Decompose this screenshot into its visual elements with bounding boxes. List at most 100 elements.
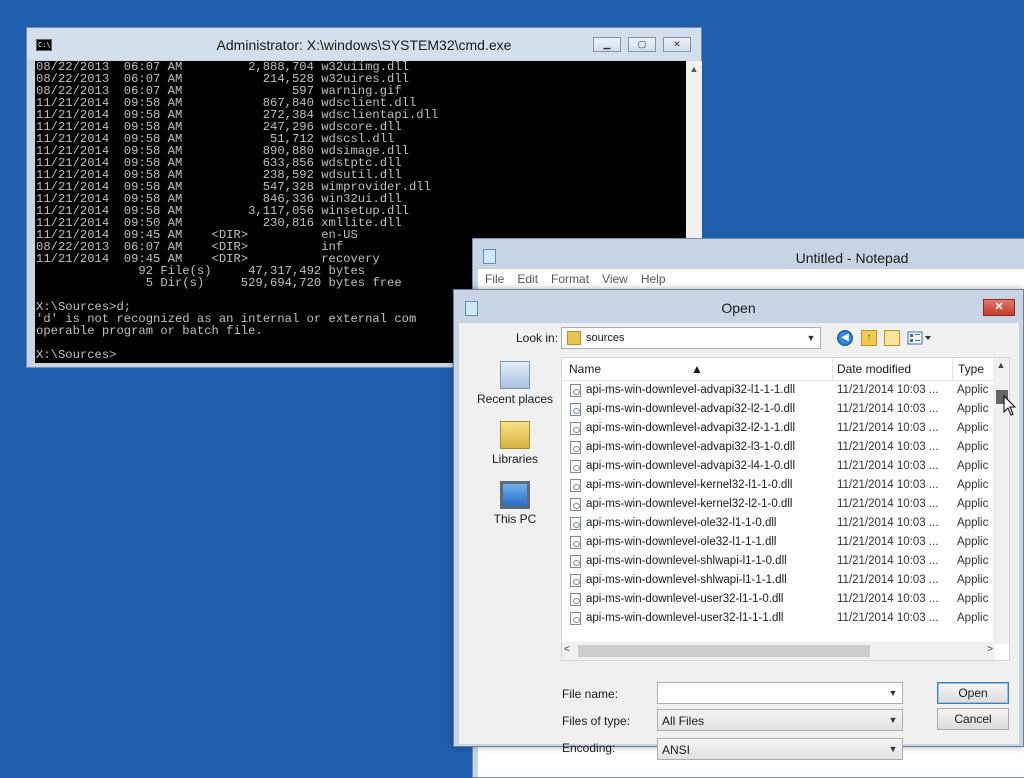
file-row[interactable]: api-ms-win-downlevel-shlwapi-l1-1-1.dll 1…	[562, 571, 995, 590]
scroll-left-icon[interactable]: <	[564, 644, 570, 655]
column-name[interactable]: Name	[569, 362, 601, 376]
scroll-up-arrow-icon[interactable]: ▲	[686, 61, 702, 77]
place-this-pc[interactable]: This PC	[467, 481, 563, 526]
dll-file-icon	[570, 517, 581, 530]
dll-file-icon	[570, 498, 581, 511]
file-date-cell: 11/21/2014 10:03 ...	[837, 612, 939, 624]
file-name-cell: api-ms-win-downlevel-user32-l1-1-0.dll	[586, 593, 784, 605]
file-date-cell: 11/21/2014 10:03 ...	[837, 498, 939, 510]
file-name-cell: api-ms-win-downlevel-ole32-l1-1-1.dll	[586, 536, 777, 548]
file-row[interactable]: api-ms-win-downlevel-advapi32-l2-1-0.dll…	[562, 400, 995, 419]
file-name-input[interactable]: ▼	[657, 682, 903, 704]
file-row[interactable]: api-ms-win-downlevel-ole32-l1-1-1.dll 11/…	[562, 533, 995, 552]
maximize-button[interactable]: ▢	[628, 37, 656, 52]
chevron-down-icon[interactable]: ▼	[886, 742, 900, 756]
file-type-cell: Applic	[957, 479, 989, 491]
look-in-value: sources	[586, 332, 625, 344]
place-label: Recent places	[476, 392, 554, 406]
file-name-cell: api-ms-win-downlevel-advapi32-l2-1-1.dll	[586, 422, 796, 434]
minimize-button[interactable]: ▁	[593, 37, 621, 52]
dll-file-icon	[570, 536, 581, 549]
file-row[interactable]: api-ms-win-downlevel-advapi32-l2-1-1.dll…	[562, 419, 995, 438]
cmd-titlebar[interactable]: C:\ Administrator: X:\windows\SYSTEM32\c…	[27, 28, 701, 60]
mouse-cursor-icon	[1003, 395, 1017, 416]
file-row[interactable]: api-ms-win-downlevel-advapi32-l4-1-0.dll…	[562, 457, 995, 476]
file-date-cell: 11/21/2014 10:03 ...	[837, 555, 939, 567]
dll-file-icon	[570, 441, 581, 454]
file-date-cell: 11/21/2014 10:03 ...	[837, 460, 939, 472]
file-type-cell: Applic	[957, 517, 989, 529]
recent-places-icon	[500, 361, 530, 389]
file-date-cell: 11/21/2014 10:03 ...	[837, 422, 939, 434]
cancel-button[interactable]: Cancel	[937, 708, 1009, 730]
file-date-cell: 11/21/2014 10:03 ...	[837, 384, 939, 396]
dll-file-icon	[570, 612, 581, 625]
file-date-cell: 11/21/2014 10:03 ...	[837, 441, 939, 453]
file-name-cell: api-ms-win-downlevel-advapi32-l2-1-0.dll	[586, 403, 796, 415]
file-list-header: ▲ Name Date modified Type	[562, 358, 995, 381]
file-rows: api-ms-win-downlevel-advapi32-l1-1-1.dll…	[562, 381, 995, 628]
file-name-cell: api-ms-win-downlevel-kernel32-l1-1-0.dll	[586, 479, 793, 491]
scroll-up-icon[interactable]: ▲	[993, 360, 1009, 370]
close-button[interactable]: ✕	[663, 37, 691, 52]
file-row[interactable]: api-ms-win-downlevel-ole32-l1-1-0.dll 11/…	[562, 514, 995, 533]
dialog-close-button[interactable]: ✕	[983, 299, 1015, 316]
chevron-down-icon[interactable]: ▼	[886, 713, 900, 727]
file-list[interactable]: ▲ Name Date modified Type api-ms-win-dow…	[561, 357, 1010, 661]
column-date-modified[interactable]: Date modified	[837, 362, 911, 376]
file-name-cell: api-ms-win-downlevel-kernel32-l2-1-0.dll	[586, 498, 793, 510]
file-row[interactable]: api-ms-win-downlevel-shlwapi-l1-1-0.dll 1…	[562, 552, 995, 571]
place-label: Libraries	[491, 452, 539, 466]
file-name-cell: api-ms-win-downlevel-user32-l1-1-1.dll	[586, 612, 784, 624]
file-type-cell: Applic	[957, 422, 989, 434]
dll-file-icon	[570, 384, 581, 397]
up-folder-icon[interactable]: ↑	[861, 330, 877, 346]
file-row[interactable]: api-ms-win-downlevel-kernel32-l1-1-0.dll…	[562, 476, 995, 495]
file-date-cell: 11/21/2014 10:03 ...	[837, 403, 939, 415]
back-icon[interactable]: ◀	[837, 330, 853, 346]
file-date-cell: 11/21/2014 10:03 ...	[837, 479, 939, 491]
chevron-down-icon[interactable]: ▼	[886, 686, 900, 700]
file-type-cell: Applic	[957, 441, 989, 453]
file-type-cell: Applic	[957, 612, 989, 624]
file-date-cell: 11/21/2014 10:03 ...	[837, 593, 939, 605]
scroll-right-icon[interactable]: >	[987, 644, 993, 655]
place-libraries[interactable]: Libraries	[467, 421, 563, 466]
file-row[interactable]: api-ms-win-downlevel-user32-l1-1-1.dll 11…	[562, 609, 995, 628]
place-label: This PC	[493, 512, 537, 526]
dialog-client: Look in: sources ▼ ◀ ↑ Recent places Lib…	[459, 323, 1019, 760]
column-type[interactable]: Type	[958, 362, 984, 376]
open-dialog[interactable]: Open ✕ Look in: sources ▼ ◀ ↑ Recent pla…	[453, 289, 1024, 760]
open-button[interactable]: Open	[937, 682, 1009, 704]
menu-view[interactable]: View	[595, 269, 634, 286]
dll-file-icon	[570, 479, 581, 492]
menu-format[interactable]: Format	[544, 269, 595, 286]
file-type-cell: Applic	[957, 384, 989, 396]
file-name-cell: api-ms-win-downlevel-shlwapi-l1-1-1.dll	[586, 574, 787, 586]
file-type-cell: Applic	[957, 403, 989, 415]
look-in-combo[interactable]: sources ▼	[561, 327, 821, 349]
chevron-down-icon[interactable]: ▼	[804, 331, 818, 345]
menu-edit[interactable]: Edit	[510, 269, 544, 286]
hscroll-thumb[interactable]	[578, 645, 870, 657]
encoding-select[interactable]: ANSI ▼	[657, 738, 903, 760]
files-of-type-label: Files of type:	[562, 714, 631, 728]
files-of-type-value: All Files	[662, 714, 705, 728]
files-of-type-select[interactable]: All Files ▼	[657, 709, 903, 731]
place-recent-places[interactable]: Recent places	[467, 361, 563, 406]
file-row[interactable]: api-ms-win-downlevel-kernel32-l2-1-0.dll…	[562, 495, 995, 514]
this-pc-icon	[500, 481, 530, 509]
menu-help[interactable]: Help	[634, 269, 672, 286]
file-row[interactable]: api-ms-win-downlevel-user32-l1-1-0.dll 11…	[562, 590, 995, 609]
file-type-cell: Applic	[957, 498, 989, 510]
new-folder-icon[interactable]	[884, 330, 900, 346]
view-menu-icon[interactable]	[907, 330, 933, 346]
file-type-cell: Applic	[957, 536, 989, 548]
menu-file[interactable]: File	[478, 269, 510, 286]
file-type-cell: Applic	[957, 555, 989, 567]
dll-file-icon	[570, 574, 581, 587]
sort-caret-icon: ▲	[691, 362, 703, 376]
file-row[interactable]: api-ms-win-downlevel-advapi32-l3-1-0.dll…	[562, 438, 995, 457]
file-row[interactable]: api-ms-win-downlevel-advapi32-l1-1-1.dll…	[562, 381, 995, 400]
file-list-hscroll[interactable]: < >	[562, 642, 995, 660]
